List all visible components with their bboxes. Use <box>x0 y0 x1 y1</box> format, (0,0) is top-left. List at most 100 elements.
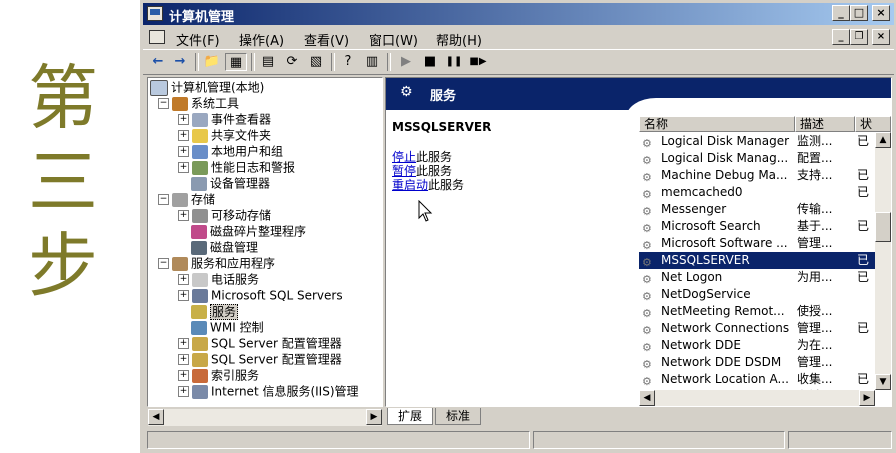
tree-item-iis[interactable]: + Internet 信息服务(IIS)管理 <box>178 383 359 399</box>
tree-item-disk-management[interactable]: 磁盘管理 <box>191 239 258 255</box>
child-minimize-button[interactable]: _ <box>832 29 850 45</box>
pause-service-icon[interactable]: ❚❚ <box>443 53 465 71</box>
sql-server-icon <box>192 288 208 303</box>
side-char-3: 步 <box>28 225 98 307</box>
menu-action[interactable]: 操作(A) <box>239 30 284 49</box>
expand-icon[interactable]: + <box>178 114 189 125</box>
toolbar-separator <box>251 53 255 71</box>
tree-item-shared-folders[interactable]: + 共享文件夹 <box>178 127 271 143</box>
close-button[interactable]: × <box>872 5 890 21</box>
restart-service-icon[interactable]: ■▶ <box>467 53 489 71</box>
service-name: Messenger <box>661 202 727 216</box>
service-row[interactable]: ⚙ Logical Disk Manager 监测... 已 <box>639 133 891 150</box>
show-hide-tree-icon[interactable]: ▦ <box>225 53 247 71</box>
scroll-right-icon[interactable]: ▶ <box>859 390 875 406</box>
console-window-icon[interactable] <box>149 30 165 44</box>
child-close-button[interactable]: × <box>872 29 890 45</box>
export-list-icon[interactable]: ▧ <box>305 53 327 71</box>
service-status: 已 <box>857 134 870 148</box>
menu-help[interactable]: 帮助(H) <box>436 30 482 49</box>
scroll-left-icon[interactable]: ◀ <box>148 409 164 425</box>
console-tree-icon[interactable]: ▥ <box>361 53 383 71</box>
expand-icon[interactable]: + <box>178 210 189 221</box>
collapse-icon[interactable]: − <box>158 98 169 109</box>
title-bar[interactable]: 计算机管理 _ □ × <box>143 3 894 25</box>
scroll-left-icon[interactable]: ◀ <box>639 390 655 406</box>
pause-service-link[interactable]: 暂停 <box>392 164 416 178</box>
collapse-icon[interactable]: − <box>158 194 169 205</box>
child-restore-button[interactable]: ❐ <box>850 29 868 45</box>
list-horizontal-scrollbar[interactable]: ◀ ▶ <box>639 390 875 406</box>
service-row[interactable]: ⚙ Microsoft Software ... 管理... <box>639 235 891 252</box>
tree-item-performance-logs[interactable]: + 性能日志和警报 <box>178 159 295 175</box>
restart-service-link[interactable]: 重启动 <box>392 178 428 192</box>
service-row[interactable]: ⚙ Network Connections 管理... 已 <box>639 320 891 337</box>
tree-item-services-apps[interactable]: − 服务和应用程序 <box>158 255 275 271</box>
tree-item-sql-servers[interactable]: + Microsoft SQL Servers <box>178 287 343 303</box>
service-row[interactable]: ⚙ NetDogService <box>639 286 891 303</box>
tree-item-system-tools[interactable]: − 系统工具 <box>158 95 239 111</box>
tree-item-sql-config-1[interactable]: + SQL Server 配置管理器 <box>178 335 342 351</box>
menu-window[interactable]: 窗口(W) <box>369 30 418 49</box>
refresh-icon[interactable]: ⟳ <box>281 53 303 71</box>
service-row[interactable]: ⚙ MSSQLSERVER 已 <box>639 252 891 269</box>
tree-item-telephony[interactable]: + 电话服务 <box>178 271 259 287</box>
stop-service-icon[interactable]: ■ <box>419 53 441 71</box>
expand-icon[interactable]: + <box>178 354 189 365</box>
service-row[interactable]: ⚙ Network DDE DSDM 管理... <box>639 354 891 371</box>
scroll-right-icon[interactable]: ▶ <box>366 409 382 425</box>
expand-icon[interactable]: + <box>178 162 189 173</box>
column-status[interactable]: 状 <box>855 116 891 132</box>
list-vertical-scrollbar[interactable]: ▲ ▼ <box>875 132 891 390</box>
tree-item-event-viewer[interactable]: + 事件查看器 <box>178 111 271 127</box>
service-name: Logical Disk Manag... <box>661 151 789 165</box>
expand-icon[interactable]: + <box>178 290 189 301</box>
column-name[interactable]: 名称 <box>639 116 795 132</box>
menu-view[interactable]: 查看(V) <box>304 30 349 49</box>
tree-item-indexing[interactable]: + 索引服务 <box>178 367 259 383</box>
column-description[interactable]: 描述 <box>795 116 855 132</box>
back-arrow-icon[interactable]: ← <box>147 53 169 71</box>
expand-icon[interactable]: + <box>178 386 189 397</box>
expand-icon[interactable]: + <box>178 338 189 349</box>
service-row[interactable]: ⚙ memcached0 已 <box>639 184 891 201</box>
tree-item-services[interactable]: 服务 <box>191 303 239 320</box>
tab-extended[interactable]: 扩展 <box>387 408 434 425</box>
service-description: 使授... <box>797 304 833 318</box>
tree-item-defragmenter[interactable]: 磁盘碎片整理程序 <box>191 223 306 239</box>
tree-item-sql-config-2[interactable]: + SQL Server 配置管理器 <box>178 351 342 367</box>
maximize-button[interactable]: □ <box>850 5 868 21</box>
scroll-up-icon[interactable]: ▲ <box>875 132 891 148</box>
tree-root[interactable]: 计算机管理(本地) <box>150 79 264 96</box>
expand-icon[interactable]: + <box>178 146 189 157</box>
properties-icon[interactable]: ▤ <box>257 53 279 71</box>
scroll-thumb[interactable] <box>875 212 891 242</box>
tree-horizontal-scrollbar[interactable]: ◀ ▶ <box>148 409 382 426</box>
start-service-icon[interactable]: ▶ <box>395 53 417 71</box>
tree-item-storage[interactable]: − 存储 <box>158 191 215 207</box>
expand-icon[interactable]: + <box>178 370 189 381</box>
help-icon[interactable]: ? <box>337 53 359 71</box>
minimize-button[interactable]: _ <box>832 5 850 21</box>
service-row[interactable]: ⚙ Net Logon 为用... 已 <box>639 269 891 286</box>
stop-service-link[interactable]: 停止 <box>392 150 416 164</box>
collapse-icon[interactable]: − <box>158 258 169 269</box>
tree-item-wmi-control[interactable]: WMI 控制 <box>191 319 264 335</box>
tree-item-device-manager[interactable]: 设备管理器 <box>191 175 270 191</box>
service-row[interactable]: ⚙ Logical Disk Manag... 配置... <box>639 150 891 167</box>
tree-item-local-users[interactable]: + 本地用户和组 <box>178 143 283 159</box>
scroll-down-icon[interactable]: ▼ <box>875 374 891 390</box>
expand-icon[interactable]: + <box>178 130 189 141</box>
service-row[interactable]: ⚙ Machine Debug Ma... 支持... 已 <box>639 167 891 184</box>
service-row[interactable]: ⚙ Messenger 传输... <box>639 201 891 218</box>
forward-arrow-icon[interactable]: → <box>169 53 191 71</box>
service-row[interactable]: ⚙ Network DDE 为在... <box>639 337 891 354</box>
service-row[interactable]: ⚙ NetMeeting Remot... 使授... <box>639 303 891 320</box>
tree-item-removable-storage[interactable]: + 可移动存储 <box>178 207 271 223</box>
menu-file[interactable]: 文件(F) <box>176 30 220 49</box>
expand-icon[interactable]: + <box>178 274 189 285</box>
service-row[interactable]: ⚙ Microsoft Search 基于... 已 <box>639 218 891 235</box>
service-row[interactable]: ⚙ Network Location A... 收集... 已 <box>639 371 891 388</box>
tab-standard[interactable]: 标准 <box>435 408 482 425</box>
up-folder-icon[interactable]: 📁 <box>201 53 223 71</box>
